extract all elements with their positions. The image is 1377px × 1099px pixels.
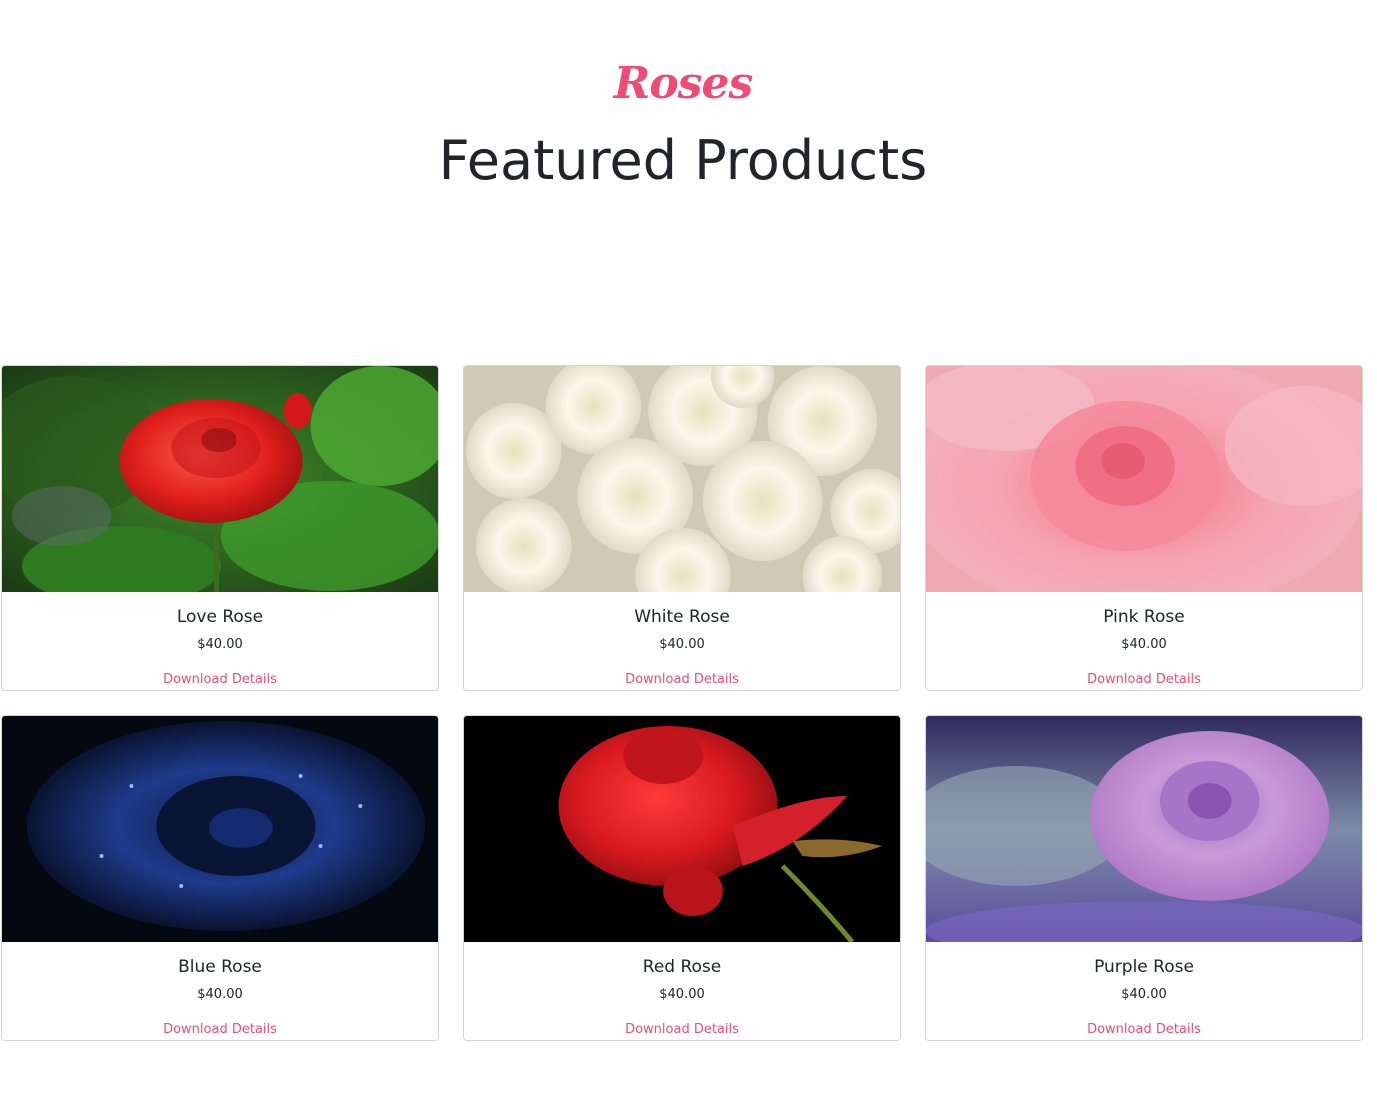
product-card: Pink Rose $40.00 Download Details <box>925 365 1363 691</box>
product-name: Red Rose <box>642 957 722 977</box>
product-price: $40.00 <box>197 987 243 1002</box>
product-image[interactable] <box>2 716 438 942</box>
product-card: Blue Rose $40.00 Download Details <box>1 715 439 1041</box>
product-price: $40.00 <box>1121 637 1167 652</box>
product-price: $40.00 <box>659 987 705 1002</box>
page-title: Featured Products <box>438 129 928 192</box>
download-details-link[interactable]: Download Details <box>625 1021 739 1039</box>
product-image[interactable] <box>2 366 438 592</box>
product-image[interactable] <box>464 366 900 592</box>
product-name: Purple Rose <box>1094 957 1194 977</box>
product-price: $40.00 <box>197 637 243 652</box>
product-card: White Rose $40.00 Download Details <box>463 365 901 691</box>
product-price: $40.00 <box>1121 987 1167 1002</box>
product-image[interactable] <box>464 716 900 942</box>
product-name: Love Rose <box>176 607 264 627</box>
product-card: Purple Rose $40.00 Download Details <box>925 715 1363 1041</box>
download-details-link[interactable]: Download Details <box>163 671 277 689</box>
product-name: Blue Rose <box>178 957 262 977</box>
download-details-link[interactable]: Download Details <box>1087 1021 1201 1039</box>
download-details-link[interactable]: Download Details <box>625 671 739 689</box>
product-card: Love Rose $40.00 Download Details <box>1 365 439 691</box>
product-price: $40.00 <box>659 637 705 652</box>
product-name: White Rose <box>634 607 730 627</box>
product-card: Red Rose $40.00 Download Details <box>463 715 901 1041</box>
product-image[interactable] <box>926 366 1362 592</box>
page-header: Roses Featured Products <box>0 52 1366 196</box>
product-image[interactable] <box>926 716 1362 942</box>
brand-logo[interactable]: Roses <box>0 52 1366 116</box>
download-details-link[interactable]: Download Details <box>1087 671 1201 689</box>
download-details-link[interactable]: Download Details <box>163 1021 277 1039</box>
product-name: Pink Rose <box>1103 607 1185 627</box>
